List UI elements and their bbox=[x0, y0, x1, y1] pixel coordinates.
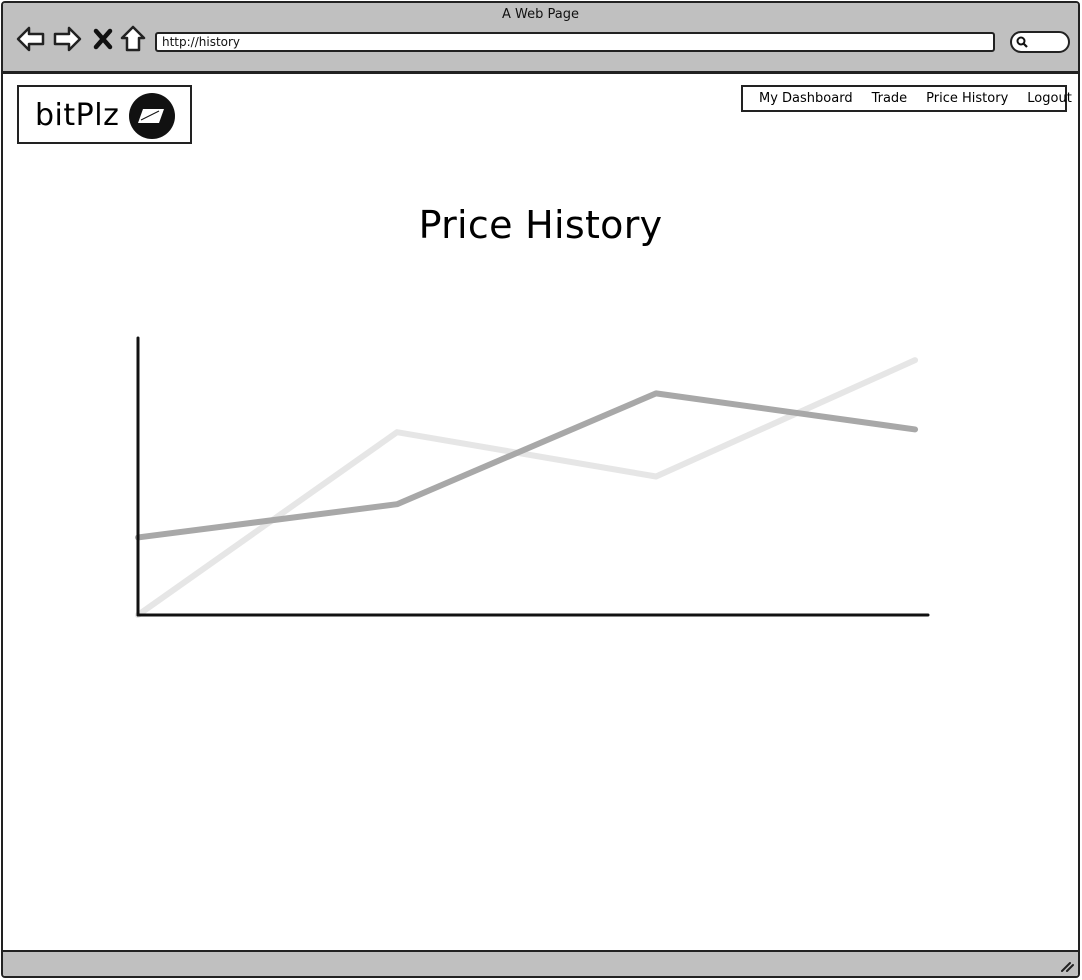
series-line-1 bbox=[135, 390, 919, 541]
resize-grip-icon[interactable] bbox=[1058, 957, 1074, 973]
nav-logout[interactable]: Logout bbox=[1027, 91, 1072, 106]
nav-trade[interactable]: Trade bbox=[872, 91, 908, 106]
brand-name: bitPlz bbox=[35, 98, 120, 133]
page-title: Price History bbox=[418, 203, 663, 247]
chart-series bbox=[135, 357, 919, 618]
home-icon[interactable] bbox=[117, 23, 149, 55]
search-icon bbox=[1016, 36, 1028, 48]
close-icon[interactable] bbox=[87, 23, 119, 55]
top-navigation: My Dashboard Trade Price History Logout bbox=[741, 85, 1072, 112]
logo-icon bbox=[129, 93, 175, 139]
nav-price-history[interactable]: Price History bbox=[926, 91, 1008, 106]
price-history-chart bbox=[135, 336, 930, 618]
browser-titlebar: A Web Page http://history bbox=[3, 3, 1078, 74]
browser-window: A Web Page http://history bitPlz My Dash… bbox=[1, 1, 1080, 978]
back-arrow-icon[interactable] bbox=[15, 23, 47, 55]
browser-search-field[interactable] bbox=[1010, 31, 1070, 53]
browser-statusbar bbox=[3, 950, 1078, 976]
address-bar[interactable]: http://history bbox=[155, 32, 995, 52]
window-title: A Web Page bbox=[502, 7, 579, 22]
nav-my-dashboard[interactable]: My Dashboard bbox=[759, 91, 853, 106]
series-line-2 bbox=[135, 357, 919, 618]
forward-arrow-icon[interactable] bbox=[51, 23, 83, 55]
brand-logo[interactable]: bitPlz bbox=[17, 85, 192, 144]
